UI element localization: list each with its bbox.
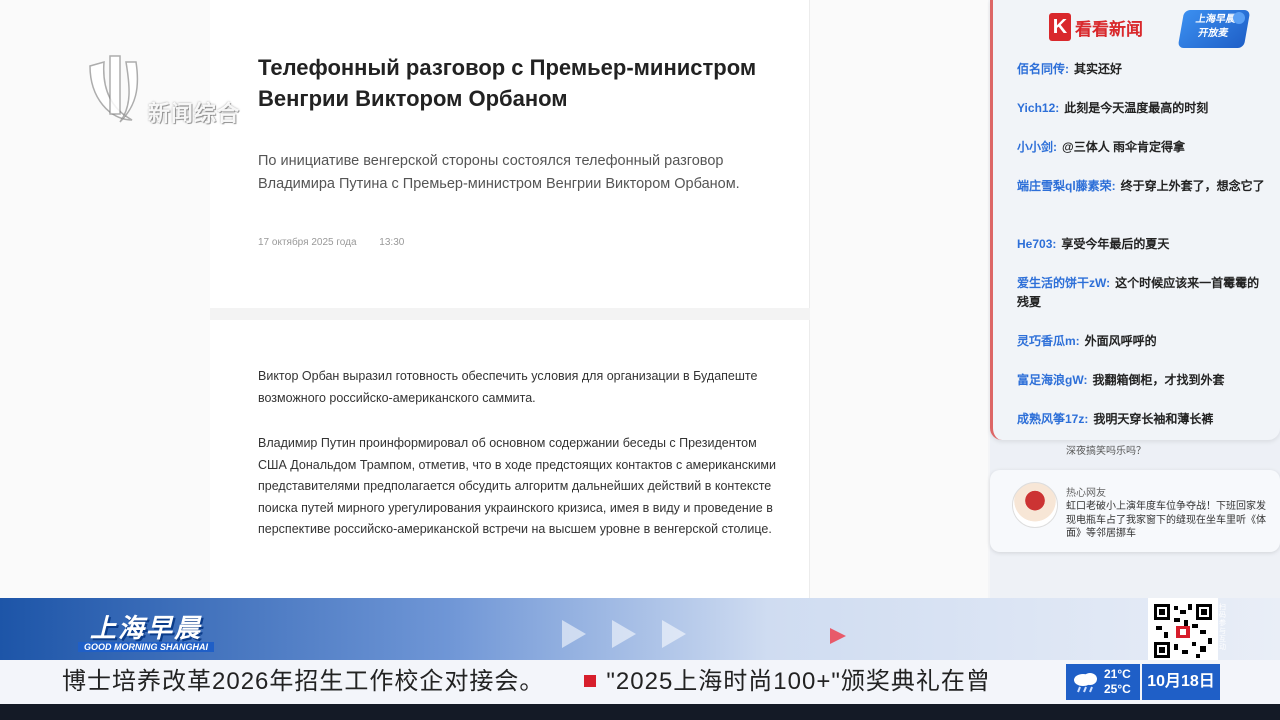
comment-item: 灵巧香瓜m: 外面风呼呼的 — [1017, 332, 1267, 351]
comment-item: He703: 享受今年最后的夏天 — [1017, 235, 1267, 254]
comment-text: 外面风呼呼的 — [1084, 334, 1157, 348]
article-card: Телефонный разговор с Премьер-министром … — [210, 0, 810, 598]
ticker-bullet-icon — [584, 675, 597, 688]
badge-dot-icon — [1233, 12, 1245, 24]
comment-panel: K 看看新闻 上海早晨 开放麦 佰名同传: 其实还好 Yich12: 此刻是今天温度… — [990, 0, 1280, 598]
show-logo-cn: 上海早晨 — [90, 613, 203, 643]
comment-text: 我翻箱倒柜，才找到外套 — [1092, 373, 1225, 387]
kankan-logo-text: 看看新闻 — [1075, 19, 1143, 39]
comment-text: 我明天穿长袖和薄长裤 — [1093, 412, 1214, 426]
weather-temp-high: 21°C — [1104, 667, 1131, 681]
ticker-text: 博士培养改革2026年招生工作校企对接会。 "2025上海时尚100+"颁奖典礼在… — [62, 666, 991, 698]
comment-text: 终于穿上外套了，想念它了 — [1120, 179, 1265, 193]
article-area: Телефонный разговор с Премьер-министром … — [0, 0, 988, 598]
comment-item: 小小剑: @三体人 雨伞肯定得拿 — [1017, 138, 1267, 157]
article-paragraph: Владимир Путин проинформировал об основн… — [258, 436, 777, 536]
comment-item: 端庄雪梨ql藤素荣: 终于穿上外套了，想念它了 — [1017, 177, 1267, 196]
pinned-comment-card[interactable]: 热心网友 虹口老破小上演年度车位争夺战！下班回家发现电瓶车占了我家窗下的缝现在坐… — [990, 470, 1280, 552]
qr-code[interactable] — [1148, 598, 1218, 664]
broadcast-lower-third: 上海早晨 GOOD MORNING SHANGHAI 扫码参与互动 博士培养改革… — [0, 598, 1280, 720]
arrow-decoration-icon — [662, 620, 686, 648]
comment-user[interactable]: 富足海浪gW: — [1017, 373, 1087, 387]
comment-item: 成熟风筝17z: 我明天穿长袖和薄长裤 — [1017, 410, 1267, 429]
comment-text: @三体人 雨伞肯定得拿 — [1062, 140, 1186, 154]
article-meta: 17 октября 2025 года 13:30 — [258, 237, 404, 248]
partial-comment-text: 深夜搞笑吗乐吗？ — [1066, 446, 1146, 457]
lower-third-band: 上海早晨 GOOD MORNING SHANGHAI 扫码参与互动 — [0, 598, 1280, 664]
article-lead: По инициативе венгерской стороны состоял… — [258, 153, 740, 192]
comment-user[interactable]: He703: — [1017, 237, 1056, 251]
play-icon — [830, 628, 846, 644]
pinned-comment-text: 虹口老破小上演年度车位争夺战！下班回家发现电瓶车占了我家窗下的缝现在坐车里听《体… — [1066, 501, 1266, 539]
ticker-clip: 博士培养改革2026年招生工作校企对接会。 "2025上海时尚100+"颁奖典礼在… — [0, 660, 1062, 704]
comment-user[interactable]: 灵巧香瓜m: — [1017, 334, 1080, 348]
comment-user[interactable]: Yich12: — [1017, 101, 1059, 115]
comment-text: 享受今年最后的夏天 — [1061, 237, 1170, 251]
rain-cloud-icon — [1074, 673, 1097, 693]
comment-user[interactable]: 成熟风筝17z: — [1017, 412, 1088, 426]
comment-item: 爱生活的饼干zW: 这个时候应该来一首霉霉的残夏 — [1017, 274, 1267, 312]
show-logo: 上海早晨 GOOD MORNING SHANGHAI — [72, 604, 222, 658]
comment-user[interactable]: 佰名同传: — [1017, 62, 1069, 76]
article-time: 13:30 — [379, 237, 405, 248]
arrow-decoration-icon — [612, 620, 636, 648]
weather-temp-low: 25°C — [1104, 682, 1131, 696]
ticker-item: 博士培养改革2026年招生工作校企对接会。 — [62, 668, 545, 695]
comment-list-panel[interactable]: K 看看新闻 上海早晨 开放麦 佰名同传: 其实还好 Yich12: 此刻是今天温度… — [990, 0, 1280, 440]
ticker-item: "2025上海时尚100+"颁奖典礼在曾 — [606, 668, 991, 695]
comment-user[interactable]: 小小剑: — [1017, 140, 1057, 154]
pinned-comment-user: 热心网友 — [1066, 488, 1106, 499]
channel-logo-text: 新闻综合 — [148, 101, 241, 126]
comment-item: Yich12: 此刻是今天温度最高的时刻 — [1017, 99, 1267, 118]
comment-text: 其实还好 — [1074, 62, 1123, 76]
comment-item: 佰名同传: 其实还好 — [1017, 60, 1267, 79]
kankan-k-icon: K — [1049, 13, 1071, 41]
article-paragraph: Виктор Орбан выразил готовность обеспечи… — [258, 369, 758, 405]
weather-box: 21°C 25°C — [1066, 664, 1140, 700]
news-ticker: 博士培养改革2026年招生工作校企对接会。 "2025上海时尚100+"颁奖典礼在… — [0, 660, 1280, 704]
comment-user[interactable]: 爱生活的饼干zW: — [1017, 276, 1110, 290]
article-title: Телефонный разговор с Премьер-министром … — [258, 55, 757, 111]
comment-item: 富足海浪gW: 我翻箱倒柜，才找到外套 — [1017, 371, 1267, 390]
arrow-decoration-icon — [562, 620, 586, 648]
avatar — [1012, 482, 1058, 528]
section-divider — [210, 308, 810, 320]
date-box: 10月18日 — [1142, 664, 1220, 700]
qr-code-icon — [1152, 602, 1214, 660]
show-logo-en: GOOD MORNING SHANGHAI — [78, 642, 215, 652]
qr-side-text: 扫码参与互动 — [1219, 604, 1226, 651]
comment-user[interactable]: 端庄雪梨ql藤素荣: — [1017, 179, 1116, 193]
comment-text: 此刻是今天温度最高的时刻 — [1064, 101, 1209, 115]
bottom-strip — [0, 704, 1280, 720]
kankan-logo: K 看看新闻 — [1049, 12, 1143, 42]
article-date: 17 октября 2025 года — [258, 237, 357, 248]
